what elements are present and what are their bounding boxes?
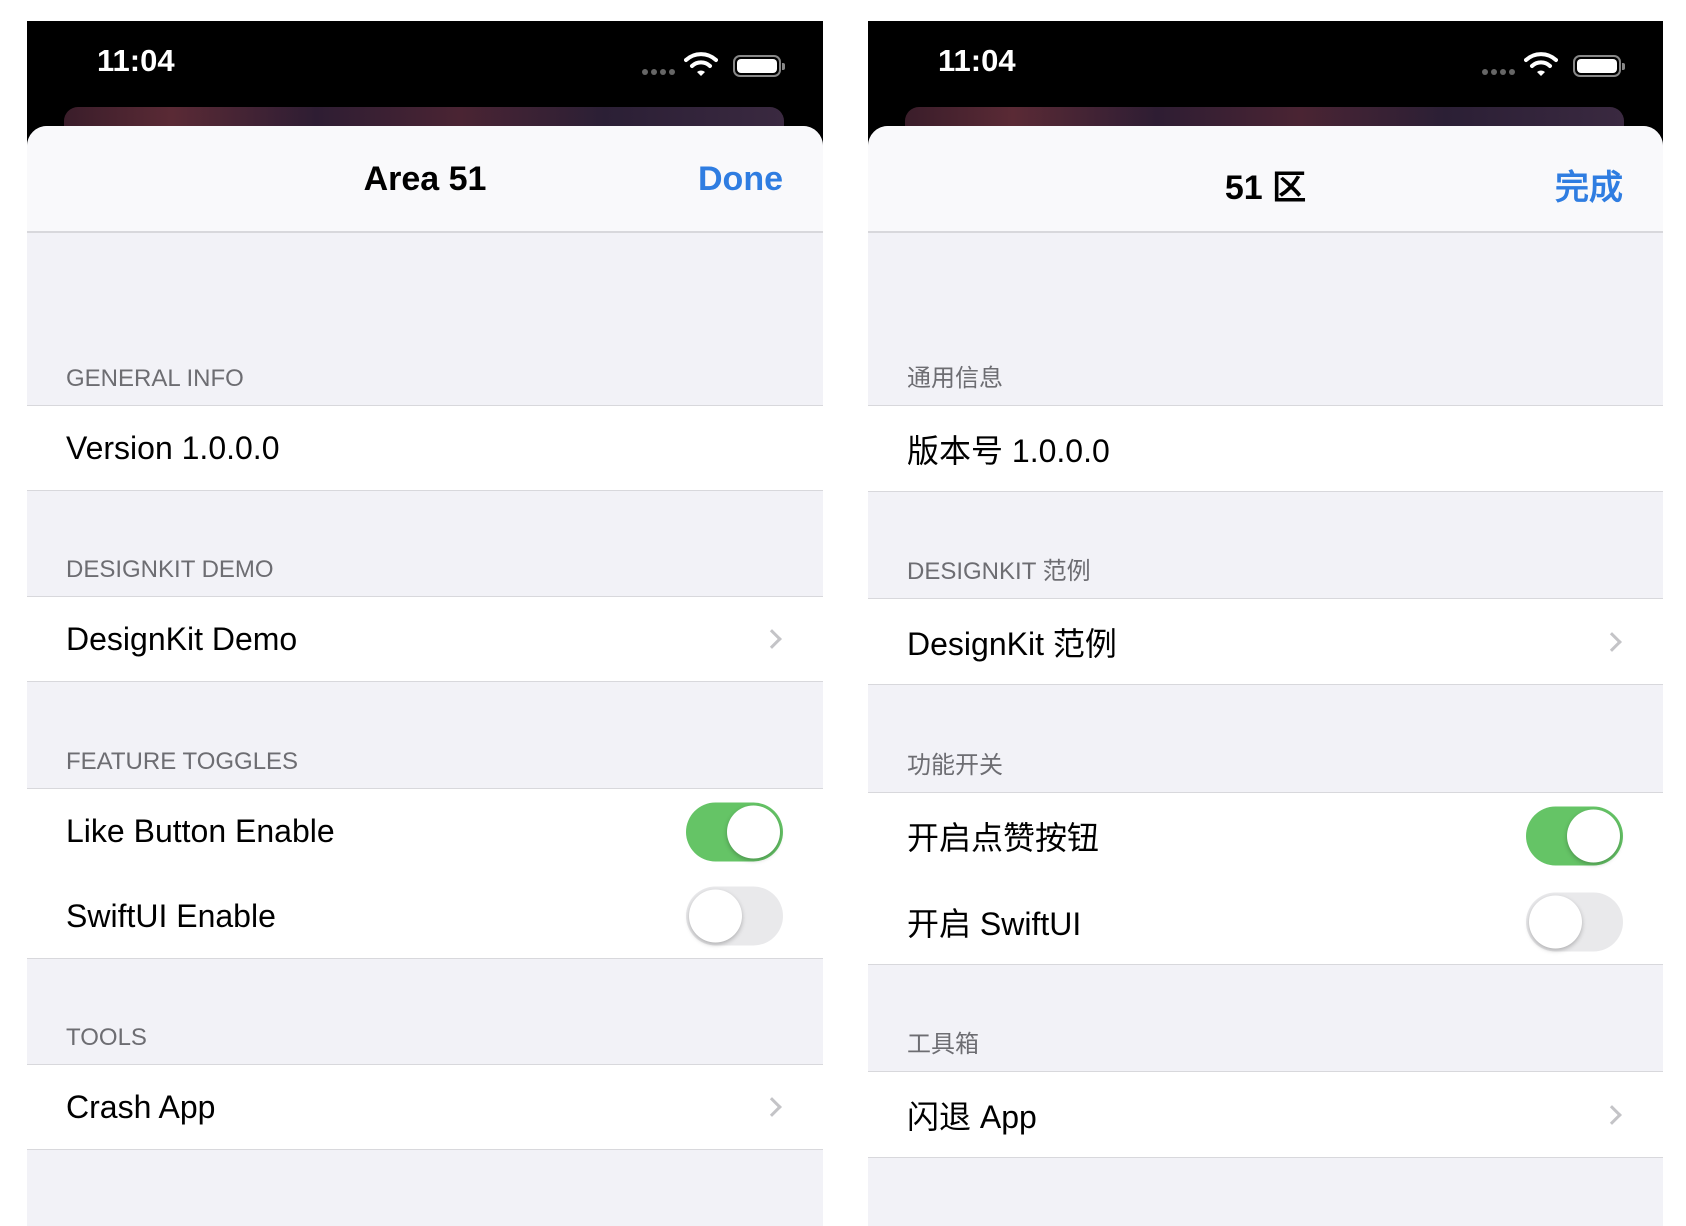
row-label: DesignKit 范例 (907, 625, 1117, 662)
section-header-general-info: 通用信息 (868, 233, 1663, 406)
cellular-signal-icon (642, 69, 675, 75)
swiftui-toggle-row: 开启 SwiftUI (868, 879, 1663, 965)
settings-sheet: 51 区 完成 通用信息 版本号 1.0.0.0 DESIGNKIT 范例 De… (868, 126, 1663, 1226)
swiftui-toggle-row: SwiftUI Enable (27, 874, 823, 959)
navigation-bar: 51 区 完成 (868, 126, 1663, 233)
version-row: Version 1.0.0.0 (27, 406, 823, 491)
like-button-toggle[interactable] (686, 802, 783, 861)
status-time: 11:04 (938, 43, 1016, 78)
row-label: 闪退 App (907, 1098, 1037, 1135)
done-button[interactable]: Done (698, 160, 783, 199)
row-label: SwiftUI Enable (66, 897, 276, 934)
wifi-icon (684, 52, 718, 76)
status-bar: 11:04 (27, 21, 823, 107)
done-button[interactable]: 完成 (1555, 160, 1623, 209)
status-time: 11:04 (97, 43, 175, 78)
swiftui-toggle[interactable] (1526, 892, 1623, 951)
like-button-toggle-row: Like Button Enable (27, 789, 823, 876)
status-bar: 11:04 (868, 21, 1663, 107)
version-row: 版本号 1.0.0.0 (868, 406, 1663, 492)
row-label: DesignKit Demo (66, 620, 298, 657)
chevron-right-icon (762, 1097, 782, 1117)
navigation-bar: Area 51 Done (27, 126, 823, 233)
section-header-tools: 工具箱 (868, 965, 1663, 1072)
chevron-right-icon (1602, 631, 1622, 652)
section-header-designkit: DESIGNKIT 范例 (868, 492, 1663, 599)
section-header-designkit: DESIGNKIT DEMO (27, 491, 823, 597)
phone-screen-chinese: 11:04 51 区 完成 通用信息 版本号 1.0.0.0 DESIGNKIT… (868, 21, 1663, 1226)
wifi-icon (1524, 52, 1558, 76)
section-header-feature-toggles: 功能开关 (868, 685, 1663, 793)
row-label: Like Button Enable (66, 813, 335, 849)
chevron-right-icon (1602, 1104, 1622, 1125)
cellular-signal-icon (1482, 69, 1515, 75)
like-button-toggle-row: 开启点赞按钮 (868, 793, 1663, 881)
row-label: 开启点赞按钮 (907, 820, 1100, 856)
chevron-right-icon (762, 629, 782, 649)
section-header-general-info: GENERAL INFO (27, 233, 823, 406)
page-title: 51 区 (1224, 169, 1307, 207)
designkit-demo-row[interactable]: DesignKit Demo (27, 597, 823, 682)
crash-app-row[interactable]: Crash App (27, 1065, 823, 1150)
battery-icon (1573, 55, 1625, 77)
section-header-tools: TOOLS (27, 959, 823, 1065)
designkit-demo-row[interactable]: DesignKit 范例 (868, 599, 1663, 685)
battery-icon (733, 55, 785, 77)
phone-screen-english: 11:04 Area 51 Done GENERAL INFO Version … (27, 21, 823, 1226)
settings-sheet: Area 51 Done GENERAL INFO Version 1.0.0.… (27, 126, 823, 1226)
row-label: 版本号 1.0.0.0 (907, 432, 1110, 469)
swiftui-toggle[interactable] (686, 886, 783, 946)
row-label: 开启 SwiftUI (907, 905, 1082, 942)
section-header-feature-toggles: FEATURE TOGGLES (27, 682, 823, 789)
row-label: Version 1.0.0.0 (66, 429, 280, 466)
like-button-toggle[interactable] (1526, 806, 1623, 866)
row-label: Crash App (66, 1088, 216, 1125)
crash-app-row[interactable]: 闪退 App (868, 1072, 1663, 1158)
